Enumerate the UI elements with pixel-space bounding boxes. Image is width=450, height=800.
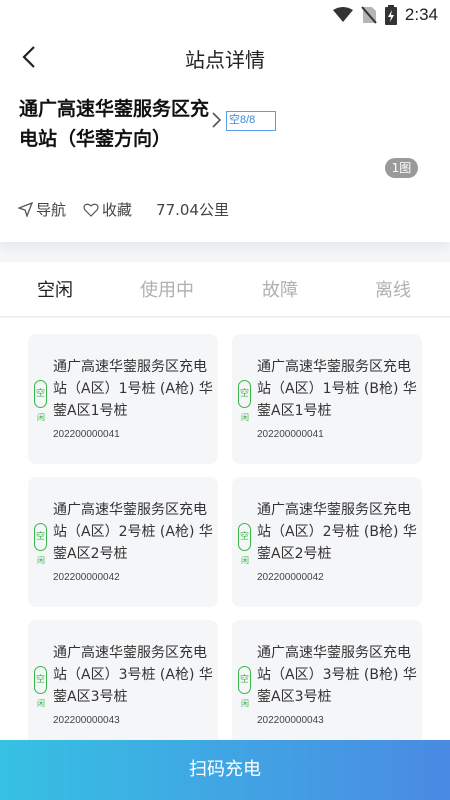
page-title: 站点详情 [185,48,265,72]
status-time: 2:34 [404,5,438,24]
status-badge-top: 空 [34,523,47,551]
pile-card[interactable]: 空 闲 通广高速华蓥服务区充电站（A区）1号桩 (A枪) 华蓥A区1号桩 202… [28,334,218,464]
pile-name: 通广高速华蓥服务区充电站（A区）1号桩 (B枪) 华蓥A区1号桩 [257,359,417,419]
pile-card[interactable]: 空 闲 通广高速华蓥服务区充电站（A区）1号桩 (B枪) 华蓥A区1号桩 202… [232,334,422,464]
battery-charging-icon [384,5,397,25]
tab-idle[interactable]: 空闲 [37,276,73,302]
pile-name: 通广高速华蓥服务区充电站（A区）1号桩 (A枪) 华蓥A区1号桩 [53,359,213,419]
favorite-label: 收藏 [102,201,133,219]
pile-code: 202200000042 [257,572,324,583]
navigate-button[interactable]: 导航 [18,199,66,220]
navigation-icon [18,202,33,217]
status-badge: 空 闲 [238,380,252,423]
status-badge: 空 闲 [34,523,48,566]
pile-code: 202200000043 [257,715,324,726]
status-badge-bottom: 闲 [37,413,45,422]
status-badge-bottom: 闲 [241,413,249,422]
status-badge-bottom: 闲 [37,556,45,565]
chevron-right-icon[interactable] [212,112,221,128]
pile-name: 通广高速华蓥服务区充电站（A区）3号桩 (B枪) 华蓥A区3号桩 [257,645,417,705]
top-app-bar: 站点详情 [0,32,450,82]
pile-card[interactable]: 空 闲 通广高速华蓥服务区充电站（A区）2号桩 (A枪) 华蓥A区2号桩 202… [28,477,218,607]
station-info-card: 通广高速华蓥服务区充电站（华蓥方向） 空8/8 1图 导航 收藏 77.04公里 [0,82,450,242]
pile-card[interactable]: 空 闲 通广高速华蓥服务区充电站（A区）3号桩 (B枪) 华蓥A区3号桩 202… [232,620,422,740]
distance-text: 77.04公里 [156,201,229,219]
availability-badge: 空8/8 [226,111,276,131]
status-badge-top: 空 [34,666,47,694]
station-actions: 导航 收藏 77.04公里 [18,199,229,220]
favorite-button[interactable]: 收藏 [83,199,132,220]
pile-card[interactable]: 空 闲 通广高速华蓥服务区充电站（A区）2号桩 (B枪) 华蓥A区2号桩 202… [232,477,422,607]
pile-list: 空 闲 通广高速华蓥服务区充电站（A区）1号桩 (A枪) 华蓥A区1号桩 202… [0,318,450,740]
status-badge: 空 闲 [34,666,48,709]
pile-code: 202200000041 [257,429,324,440]
status-badge-bottom: 闲 [241,556,249,565]
pile-code: 202200000041 [53,429,120,440]
status-badge-top: 空 [238,523,251,551]
status-badge: 空 闲 [238,523,252,566]
tab-in-use[interactable]: 使用中 [140,276,194,302]
tab-offline[interactable]: 离线 [375,276,411,302]
status-badge-bottom: 闲 [241,699,249,708]
status-badge-top: 空 [34,380,47,408]
status-badge: 空 闲 [238,666,252,709]
pile-name: 通广高速华蓥服务区充电站（A区）2号桩 (A枪) 华蓥A区2号桩 [53,502,213,562]
pile-name: 通广高速华蓥服务区充电站（A区）3号桩 (A枪) 华蓥A区3号桩 [53,645,213,705]
status-badge-bottom: 闲 [37,699,45,708]
station-name: 通广高速华蓥服务区充电站（华蓥方向） [19,98,210,150]
pile-name: 通广高速华蓥服务区充电站（A区）2号桩 (B枪) 华蓥A区2号桩 [257,502,417,562]
heart-icon [83,203,99,217]
status-icons: 2:34 [332,5,438,25]
tab-fault[interactable]: 故障 [262,276,298,302]
status-bar: 2:34 [0,0,450,32]
status-tabs: 空闲 使用中 故障 离线 [0,262,450,317]
status-badge-top: 空 [238,380,251,408]
wifi-icon [332,7,353,22]
photo-count-badge[interactable]: 1图 [385,158,418,178]
scan-charge-button[interactable]: 扫码充电 [0,740,450,800]
no-sim-icon [361,6,377,24]
status-badge: 空 闲 [34,380,48,423]
pile-card[interactable]: 空 闲 通广高速华蓥服务区充电站（A区）3号桩 (A枪) 华蓥A区3号桩 202… [28,620,218,740]
status-badge-top: 空 [238,666,251,694]
navigate-label: 导航 [36,201,67,219]
pile-code: 202200000042 [53,572,120,583]
pile-code: 202200000043 [53,715,120,726]
